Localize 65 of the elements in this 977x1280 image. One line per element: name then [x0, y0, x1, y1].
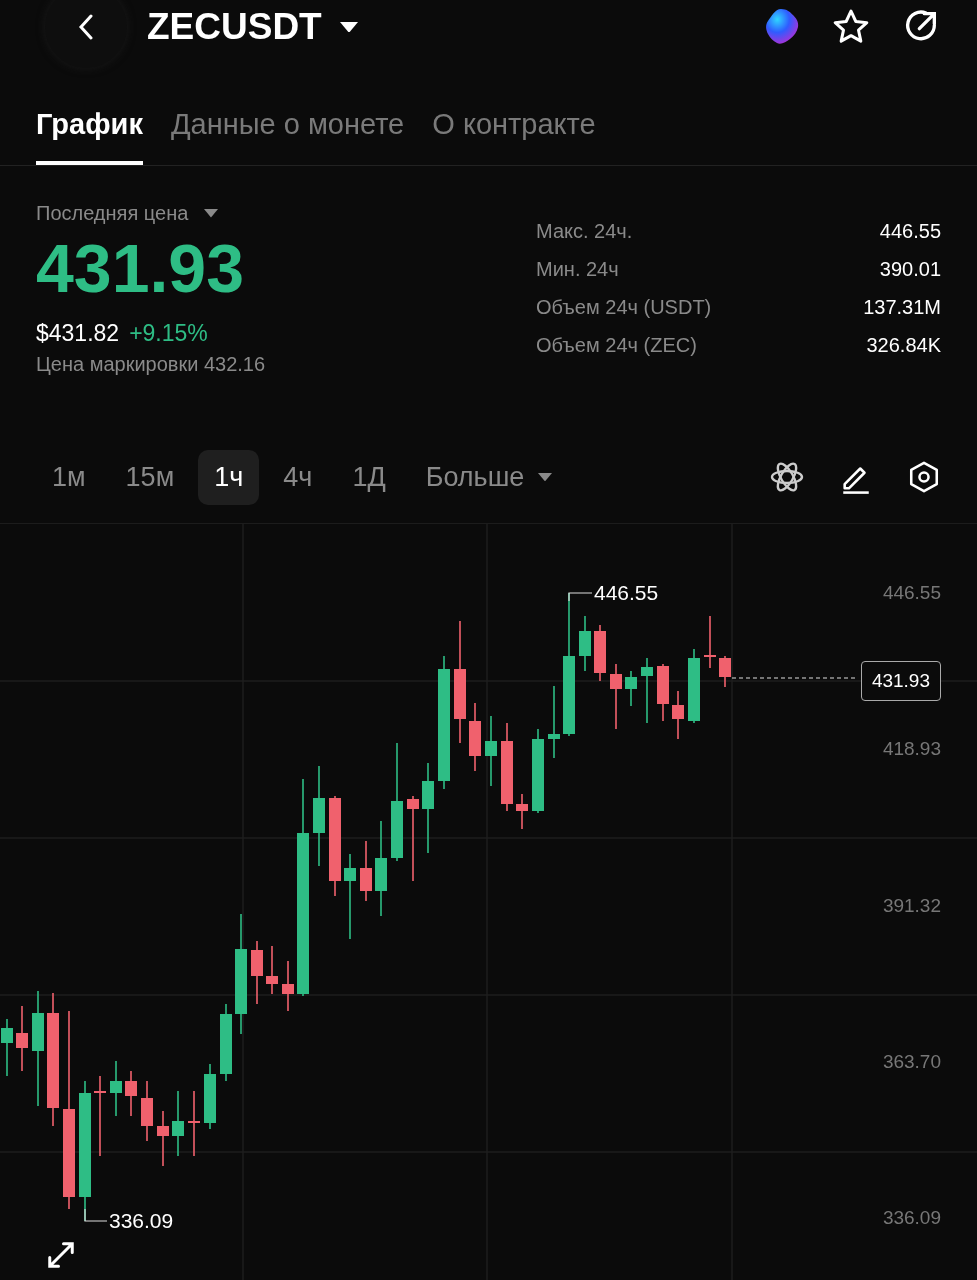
- caret-icon: [339, 21, 358, 33]
- candlestick: [251, 940, 263, 1005]
- interval-tab[interactable]: 1м: [36, 449, 102, 505]
- chevron-left-icon: [78, 14, 94, 40]
- current-price-label: 431.93: [860, 661, 941, 701]
- candlestick: [610, 663, 622, 730]
- last-price: 431.93: [36, 231, 245, 306]
- candlestick: [204, 1063, 216, 1130]
- atom-icon[interactable]: [769, 459, 805, 495]
- price-axis-label: 336.09: [882, 1207, 941, 1230]
- candlestick: [672, 690, 684, 740]
- stat-label: Объем 24ч (ZEC): [536, 334, 697, 357]
- tab[interactable]: График: [36, 108, 143, 165]
- stat-value: 326.84K: [866, 334, 941, 357]
- leader-line: [568, 592, 593, 602]
- candlestick: [141, 1080, 153, 1142]
- usd-price: $431.82: [36, 319, 120, 347]
- price-axis-label: 363.70: [882, 1050, 941, 1073]
- expand-icon[interactable]: [46, 1240, 76, 1270]
- interval-tab[interactable]: 1Д: [336, 449, 402, 505]
- candlestick: [282, 960, 294, 1012]
- candlestick: [594, 624, 606, 682]
- stat-label: Макс. 24ч.: [536, 220, 633, 243]
- tab[interactable]: О контракте: [432, 108, 596, 165]
- price-axis-label: 391.32: [882, 894, 941, 917]
- candlestick: [1, 1018, 13, 1077]
- leader-line: [84, 1208, 108, 1222]
- candlestick: [579, 615, 591, 672]
- candlestick: [485, 715, 497, 787]
- stat-label: Объем 24ч (USDT): [536, 296, 712, 319]
- candlestick: [266, 945, 278, 995]
- tab[interactable]: Данные о монете: [170, 108, 405, 165]
- candlestick: [110, 1060, 122, 1117]
- price-axis-label: 446.55: [882, 582, 941, 604]
- high-price-marker: 446.55: [594, 581, 659, 605]
- candlestick: [625, 670, 637, 707]
- stat-label: Мин. 24ч: [536, 258, 619, 281]
- more-intervals-button[interactable]: Больше: [409, 449, 569, 505]
- candlestick: [172, 1090, 184, 1157]
- stat-value: 390.01: [879, 258, 941, 281]
- candlestick: [16, 1005, 28, 1072]
- caret-icon: [538, 472, 553, 482]
- price-type-selector[interactable]: Последняя цена: [36, 202, 219, 225]
- candlestick: [516, 793, 528, 830]
- settings-icon[interactable]: [907, 460, 941, 494]
- interval-tab[interactable]: 15м: [109, 449, 191, 505]
- stat-value: 446.55: [879, 220, 941, 243]
- candlestick: [360, 840, 372, 902]
- candlestick: [125, 1070, 137, 1117]
- price-change: +9.15%: [129, 319, 208, 347]
- mark-price: Цена маркировки 432.16: [36, 352, 267, 376]
- candlestick: [188, 1090, 200, 1157]
- candlestick: [469, 702, 481, 772]
- candlestick: [704, 615, 716, 669]
- candlestick: [641, 657, 653, 724]
- interval-tab[interactable]: 4ч: [267, 449, 329, 505]
- interval-tab[interactable]: 1ч: [198, 449, 260, 505]
- stat-value: 137.31M: [863, 296, 941, 319]
- low-price-marker: 336.09: [109, 1209, 174, 1233]
- candlestick: [719, 655, 731, 688]
- symbol-selector[interactable]: ZECUSDT: [147, 6, 358, 48]
- caret-icon: [204, 209, 219, 218]
- price-axis-label: 418.93: [882, 738, 941, 761]
- candlestick: [657, 663, 669, 722]
- candlestick: [157, 1110, 169, 1167]
